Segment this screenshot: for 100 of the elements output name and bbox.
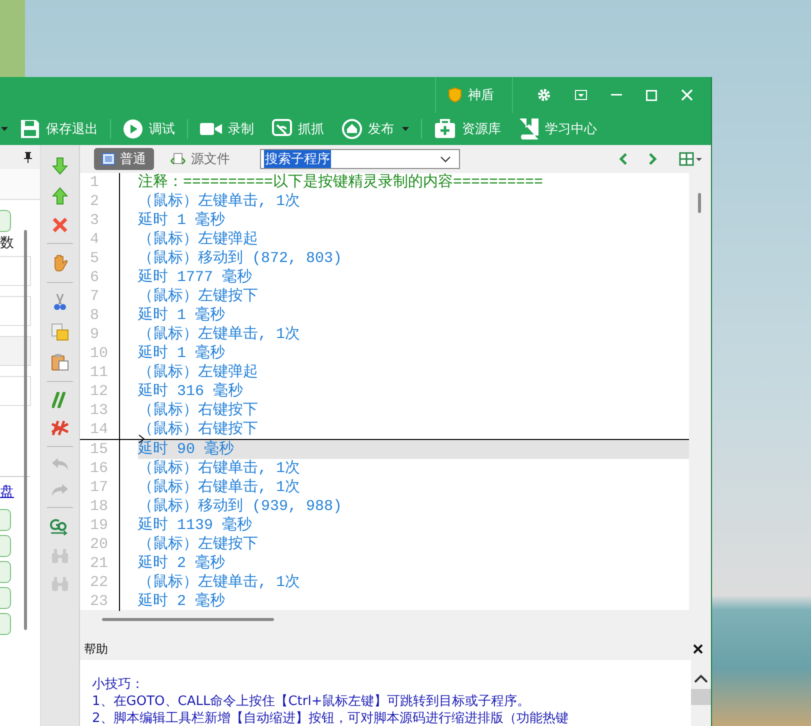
line-number: 10 xyxy=(80,344,120,363)
settings-icon[interactable] xyxy=(537,88,551,102)
chevron-down-icon xyxy=(440,156,451,162)
panel-button[interactable] xyxy=(0,613,11,635)
screen-capture-icon xyxy=(272,119,292,139)
minimize-icon[interactable] xyxy=(611,94,622,96)
line-number: 17 xyxy=(80,478,120,497)
code-line[interactable]: 延时 1 毫秒 xyxy=(138,306,689,325)
close-icon[interactable] xyxy=(693,644,703,654)
code-line[interactable]: （鼠标）右键按下 xyxy=(138,401,689,420)
first-aid-kit-icon xyxy=(434,119,456,139)
panel-button[interactable] xyxy=(0,509,11,531)
code-line[interactable]: （鼠标）右键单击, 1次 xyxy=(138,478,689,497)
code-line[interactable]: （鼠标）左键单击, 1次 xyxy=(138,573,689,592)
toolbar-button[interactable]: 调试 xyxy=(117,114,181,144)
code-editor[interactable] xyxy=(80,173,711,610)
code-line[interactable]: 注释：==========以下是按键精灵录制的内容========== xyxy=(138,173,689,192)
toolbar-button[interactable]: 抓抓 xyxy=(266,114,330,144)
code-line[interactable]: 延时 1 毫秒 xyxy=(138,211,689,230)
panel-label: 数 xyxy=(0,234,14,252)
line-number: 23 xyxy=(80,592,120,611)
delete-icon[interactable] xyxy=(52,217,68,233)
dropdown-field[interactable] xyxy=(0,336,31,366)
copy-icon[interactable] xyxy=(51,323,69,341)
code-line[interactable]: （鼠标）左键按下 xyxy=(138,287,689,306)
dropdown-box-icon[interactable] xyxy=(575,90,587,100)
toolbar-button[interactable]: 发布 xyxy=(336,114,415,144)
subroutine-search-combo[interactable]: 搜索子程序 xyxy=(260,149,460,169)
help-text: 1、在GOTO、CALL命令上按住【Ctrl+鼠标左键】可跳转到目标或子程序。 xyxy=(92,693,532,710)
code-line[interactable]: 延时 316 毫秒 xyxy=(138,382,689,401)
line-number: 15 xyxy=(80,440,120,459)
layout-grid-icon[interactable] xyxy=(679,152,703,166)
code-line[interactable]: 延时 1777 毫秒 xyxy=(138,268,689,287)
scroll-track[interactable] xyxy=(24,230,27,630)
code-line[interactable]: （鼠标）移动到 (939, 988) xyxy=(138,497,689,516)
chevron-right-icon[interactable] xyxy=(649,153,657,165)
editor-tab[interactable]: 源文件 xyxy=(162,148,238,170)
code-line[interactable]: （鼠标）左键单击, 1次 xyxy=(138,325,689,344)
input-field[interactable] xyxy=(0,376,31,406)
line-number: 20 xyxy=(80,535,120,554)
panel-button[interactable] xyxy=(0,535,11,557)
toolbar-button[interactable]: 资源库 xyxy=(428,114,507,144)
comment-icon[interactable] xyxy=(52,392,68,408)
code-line[interactable]: （鼠标）左键弹起 xyxy=(138,230,689,249)
code-line[interactable]: 延时 1 毫秒 xyxy=(138,344,689,363)
document-icon xyxy=(102,153,115,165)
uncomment-icon[interactable] xyxy=(51,420,69,436)
line-number: 3 xyxy=(80,211,120,230)
goto-icon[interactable] xyxy=(50,518,70,536)
code-line[interactable]: （鼠标）右键单击, 1次 xyxy=(138,459,689,478)
line-number: 16 xyxy=(80,459,120,478)
panel-field[interactable] xyxy=(0,169,40,200)
line-number: 7 xyxy=(80,287,120,306)
down-arrow-icon[interactable] xyxy=(52,157,68,175)
input-field[interactable] xyxy=(0,296,31,326)
toolbar-button[interactable]: 学习中心 xyxy=(513,114,603,144)
panel-link[interactable]: 盘 xyxy=(0,483,14,501)
book-icon xyxy=(519,118,539,140)
line-number: 14 xyxy=(80,420,120,439)
editor-tab[interactable]: 普通 xyxy=(94,148,154,170)
line-number: 4 xyxy=(80,230,120,249)
line-number: 11 xyxy=(80,363,120,382)
home-icon xyxy=(342,119,362,139)
chevron-up-icon[interactable] xyxy=(694,674,708,683)
line-number: 6 xyxy=(80,268,120,287)
code-line[interactable]: （鼠标）右键按下 xyxy=(138,420,689,439)
caret-icon[interactable] xyxy=(1,127,8,131)
input-field[interactable] xyxy=(0,256,31,286)
code-line[interactable]: （鼠标）左键弹起 xyxy=(138,363,689,382)
help-scrollbar[interactable] xyxy=(691,660,711,726)
line-number: 13 xyxy=(80,401,120,420)
code-line[interactable]: 延时 2 毫秒 xyxy=(138,554,689,573)
shield-icon xyxy=(448,87,462,103)
panel-button[interactable] xyxy=(0,587,11,609)
save-icon xyxy=(20,119,40,139)
pin-icon[interactable] xyxy=(24,152,32,162)
help-text: 2、脚本编辑工具栏新增【自动缩进】按钮，可对脚本源码进行缩进排版（功能热键 xyxy=(92,710,570,726)
panel-button[interactable] xyxy=(0,210,11,232)
video-camera-icon xyxy=(200,121,222,137)
up-arrow-icon[interactable] xyxy=(52,187,68,205)
toolbar-button[interactable]: 保存退出 xyxy=(14,114,104,144)
panel-button[interactable] xyxy=(0,561,11,583)
line-number: 9 xyxy=(80,325,120,344)
line-number: 2 xyxy=(80,192,120,211)
maximize-icon[interactable] xyxy=(646,90,657,100)
line-number: 18 xyxy=(80,497,120,516)
chevron-left-icon[interactable] xyxy=(619,153,627,165)
code-line[interactable]: （鼠标）左键单击, 1次 xyxy=(138,192,689,211)
code-line[interactable]: 延时 2 毫秒 xyxy=(138,592,689,611)
play-icon xyxy=(123,119,143,139)
code-line[interactable]: 延时 1139 毫秒 xyxy=(138,516,689,535)
code-line[interactable]: （鼠标）左键按下 xyxy=(138,535,689,554)
paste-icon[interactable] xyxy=(51,353,69,371)
line-number: 8 xyxy=(80,306,120,325)
toolbar-button[interactable]: 录制 xyxy=(194,114,260,144)
code-line[interactable]: （鼠标）移动到 (872, 803) xyxy=(138,249,689,268)
scissors-icon[interactable] xyxy=(53,293,67,311)
source-file-icon xyxy=(170,153,186,165)
line-number: 5 xyxy=(80,249,120,268)
line-number: 19 xyxy=(80,516,120,535)
